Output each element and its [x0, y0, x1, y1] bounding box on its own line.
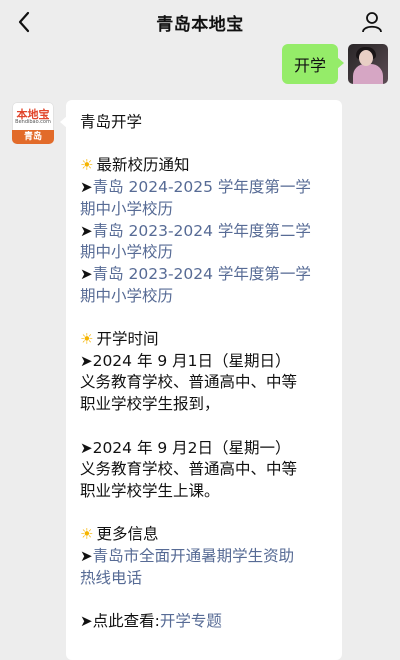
calendar-link-1-cont[interactable]: 期中小学校历 [80, 199, 342, 221]
calendar-link-2-cont[interactable]: 期中小学校历 [80, 242, 342, 264]
avatar-body-shape [353, 64, 383, 84]
user-message-row: 开学 [281, 44, 388, 84]
time-item-2-date: ➤2024 年 9 月2日（星期一） [80, 438, 291, 457]
view-topic-link[interactable]: 开学专题 [160, 612, 222, 630]
back-icon[interactable] [10, 8, 38, 36]
view-topic-line: ➤点此查看:开学专题 [80, 611, 342, 633]
arrow-icon: ➤ [80, 438, 93, 457]
arrow-icon: ➤ [80, 178, 93, 197]
arrow-icon: ➤ [80, 351, 93, 370]
bot-message-bubble: 青岛开学 ☀ 最新校历通知 ➤青岛 2024-2025 学年度第一学 期中小学校历… [60, 100, 342, 660]
bot-avatar-city: 青岛 [12, 130, 54, 144]
arrow-icon: ➤ [80, 612, 93, 631]
bot-avatar-domain: Bendibao.com [15, 119, 51, 125]
section-heading-calendar: ☀ 最新校历通知 [80, 156, 190, 175]
bot-avatar[interactable]: 本地宝 Bendibao.com 青岛 [12, 102, 54, 144]
top-bar: 青岛本地宝 [0, 0, 400, 44]
time-item-1-line3: 职业学校学生报到， [80, 395, 220, 414]
time-item-2-line2: 义务教育学校、普通高中、中等 [80, 460, 298, 479]
sun-icon: ☀ [80, 330, 94, 348]
arrow-icon: ➤ [80, 547, 93, 565]
arrow-icon: ➤ [80, 221, 93, 240]
avatar-face-shape [359, 50, 373, 66]
more-info-link-cont[interactable]: 热线电话 [80, 568, 342, 590]
time-item-1-line2: 义务教育学校、普通高中、中等 [80, 373, 298, 392]
section-heading-more: ☀ 更多信息 [80, 525, 159, 544]
view-topic-prefix: 点此查看: [92, 612, 160, 631]
time-item-1-date: ➤2024 年 9 月1日（星期日） [80, 351, 291, 370]
user-message-bubble[interactable]: 开学 [281, 44, 345, 84]
calendar-link-1[interactable]: ➤青岛 2024-2025 学年度第一学 [80, 177, 342, 199]
profile-icon[interactable] [358, 8, 386, 36]
more-info-link[interactable]: ➤青岛市全面开通暑期学生资助 [80, 546, 342, 568]
calendar-link-3-cont[interactable]: 期中小学校历 [80, 286, 342, 308]
page-title: 青岛本地宝 [156, 14, 244, 35]
sun-icon: ☀ [80, 525, 94, 544]
section-heading-time: ☀ 开学时间 [80, 330, 159, 348]
sun-icon: ☀ [80, 156, 94, 175]
calendar-link-2[interactable]: ➤青岛 2023-2024 学年度第二学 [80, 221, 342, 243]
time-item-2-line3: 职业学校学生上课。 [80, 481, 220, 500]
calendar-link-3[interactable]: ➤青岛 2023-2024 学年度第一学 [80, 264, 342, 286]
message-title: 青岛开学 [80, 113, 143, 131]
user-avatar[interactable] [348, 44, 388, 84]
arrow-icon: ➤ [80, 264, 93, 283]
